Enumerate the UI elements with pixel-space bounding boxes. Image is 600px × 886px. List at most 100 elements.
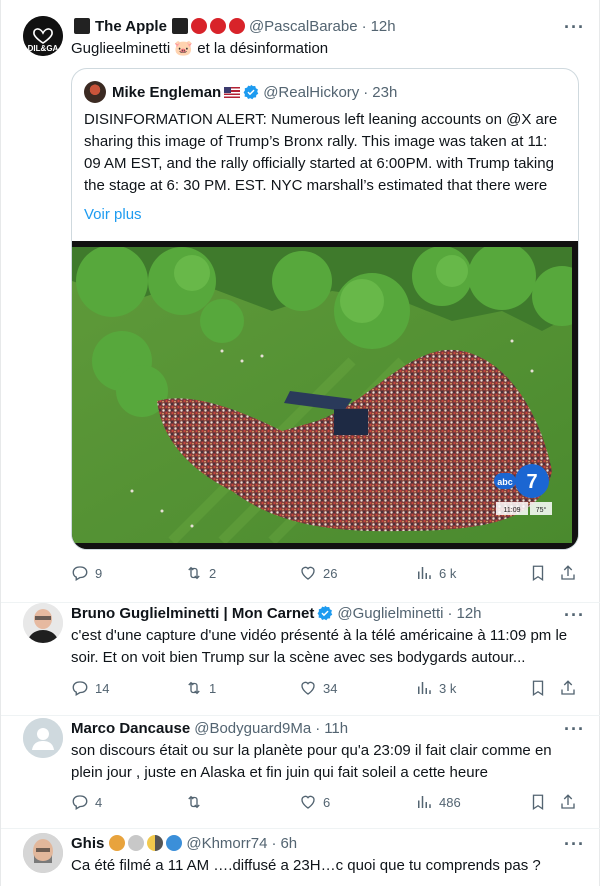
moon-icon (147, 835, 164, 851)
tweet-actions: 4 6 486 (71, 792, 581, 812)
retweet-button[interactable]: 1 (185, 678, 216, 698)
views-chart-icon (418, 567, 431, 579)
view-count: 6 k (439, 565, 457, 581)
like-button[interactable]: 6 (299, 792, 330, 812)
pirate-flag-icon (74, 18, 90, 34)
tweet-header: Marco Dancause @Bodyguard9Ma · 11h (71, 719, 349, 737)
display-name[interactable]: The Apple (95, 18, 167, 35)
tweet-actions: 9 2 26 6 k (71, 563, 581, 583)
display-name[interactable]: Bruno Guglielminetti | Mon Carnet (71, 605, 314, 622)
view-count: 3 k (439, 680, 457, 696)
tweet-text: son discours était ou sur la planète pou… (71, 742, 552, 781)
more-options-icon[interactable]: ··· (564, 720, 585, 738)
more-options-icon[interactable]: ··· (564, 18, 585, 36)
verified-badge-icon (317, 605, 333, 621)
timestamp[interactable]: 6h (280, 835, 297, 852)
tweet[interactable]: Bruno Guglielminetti | Mon Carnet @Gugli… (1, 603, 600, 716)
reply-button[interactable]: 4 (71, 792, 102, 812)
avatar[interactable]: DIL&GA (23, 16, 63, 56)
timestamp[interactable]: 23h (372, 84, 397, 101)
like-count: 34 (323, 680, 338, 696)
like-button[interactable]: 34 (299, 678, 337, 698)
like-count: 26 (323, 565, 338, 581)
share-icon (561, 565, 575, 580)
rocket-icon (128, 835, 145, 851)
bookmark-icon (532, 680, 544, 697)
reply-icon (72, 681, 88, 696)
display-name[interactable]: Ghis (71, 835, 104, 852)
retweet-count: 1 (209, 680, 217, 696)
show-more-link[interactable]: Voir plus (84, 206, 142, 223)
reply-count: 14 (95, 680, 110, 696)
user-handle[interactable]: @Khmorr74 (186, 835, 267, 852)
avatar[interactable] (23, 603, 63, 643)
user-handle[interactable]: @PascalBarabe (249, 18, 358, 35)
timeline: DIL&GA The Apple @PascalBarabe · 12h Gug… (0, 0, 600, 886)
svg-text:7: 7 (526, 471, 537, 493)
pirate-flag-icon (171, 18, 188, 34)
tweet-text: Ca été filmé a 11 AM ….diffusé a 23H…c q… (71, 857, 541, 874)
tweet-actions: 14 1 34 3 k (71, 678, 581, 698)
tweet-text: Guglieelminetti 🐷 et la désinformation (71, 40, 329, 57)
tweet-header: Ghis @Khmorr74 · 6h (71, 834, 298, 852)
quoted-tweet[interactable]: Mike Engleman @RealHickory · 23h DISINFO… (71, 68, 579, 550)
tweet-media[interactable]: 7 abc 11:09 75° (72, 241, 578, 549)
display-name[interactable]: Mike Engleman (112, 84, 221, 101)
globe-icon (166, 835, 183, 851)
bookmark-button[interactable] (529, 678, 553, 698)
tweet[interactable]: Ghis @Khmorr74 · 6h Ca été filmé a 11 AM… (1, 829, 600, 886)
avatar[interactable] (84, 81, 106, 103)
apple-icon (228, 18, 245, 34)
retweet-icon (188, 681, 200, 695)
user-handle[interactable]: @RealHickory (263, 84, 359, 101)
heart-icon (301, 795, 315, 809)
like-button[interactable]: 26 (299, 563, 337, 583)
bookmark-icon (532, 794, 544, 811)
avatar[interactable] (23, 833, 63, 873)
views-chart-icon (418, 796, 431, 808)
bookmark-button[interactable] (529, 563, 553, 583)
more-options-icon[interactable]: ··· (564, 606, 585, 624)
retweet-button[interactable] (185, 792, 209, 812)
planet-icon (109, 835, 126, 851)
user-handle[interactable]: @Bodyguard9Ma (194, 720, 311, 737)
views-button[interactable]: 6 k (415, 563, 456, 583)
avatar-logo-icon: DIL&GA (23, 16, 63, 56)
apple-icon (190, 18, 207, 34)
tweet[interactable]: Marco Dancause @Bodyguard9Ma · 11h son d… (1, 716, 600, 829)
share-icon (561, 794, 575, 809)
retweet-count: 2 (209, 565, 217, 581)
views-button[interactable]: 486 (415, 792, 461, 812)
apple-icon (209, 18, 226, 34)
timestamp[interactable]: 12h (371, 18, 396, 35)
tv-clock: 11:09 (504, 507, 521, 514)
verified-badge-icon (243, 84, 259, 100)
share-button[interactable] (559, 678, 583, 698)
reply-count: 4 (95, 794, 103, 810)
share-icon (561, 680, 575, 695)
tweet-text: c'est d'une capture d'une vidéo présenté… (71, 627, 568, 666)
retweet-button[interactable]: 2 (185, 563, 216, 583)
tv-temperature: 75° (536, 506, 547, 514)
tweet[interactable]: DIL&GA The Apple @PascalBarabe · 12h Gug… (1, 0, 600, 603)
share-button[interactable] (559, 563, 583, 583)
user-handle[interactable]: @Guglielminetti (337, 605, 443, 622)
svg-text:DIL&GA: DIL&GA (28, 44, 59, 53)
bookmark-button[interactable] (529, 792, 553, 812)
views-chart-icon (418, 682, 431, 694)
reply-button[interactable]: 9 (71, 563, 102, 583)
retweet-icon (188, 566, 200, 580)
quoted-tweet-text: DISINFORMATION ALERT: Numerous left lean… (84, 111, 558, 194)
timestamp[interactable]: 12h (456, 605, 481, 622)
display-name[interactable]: Marco Dancause (71, 720, 190, 737)
avatar[interactable] (23, 718, 63, 758)
avatar-photo (23, 833, 63, 873)
reply-button[interactable]: 14 (71, 678, 109, 698)
timestamp[interactable]: 11h (324, 720, 348, 737)
more-options-icon[interactable]: ··· (564, 835, 585, 853)
retweet-icon (188, 795, 200, 809)
svg-text:abc: abc (497, 477, 513, 487)
reply-icon (72, 566, 88, 581)
share-button[interactable] (559, 792, 583, 812)
views-button[interactable]: 3 k (415, 678, 456, 698)
